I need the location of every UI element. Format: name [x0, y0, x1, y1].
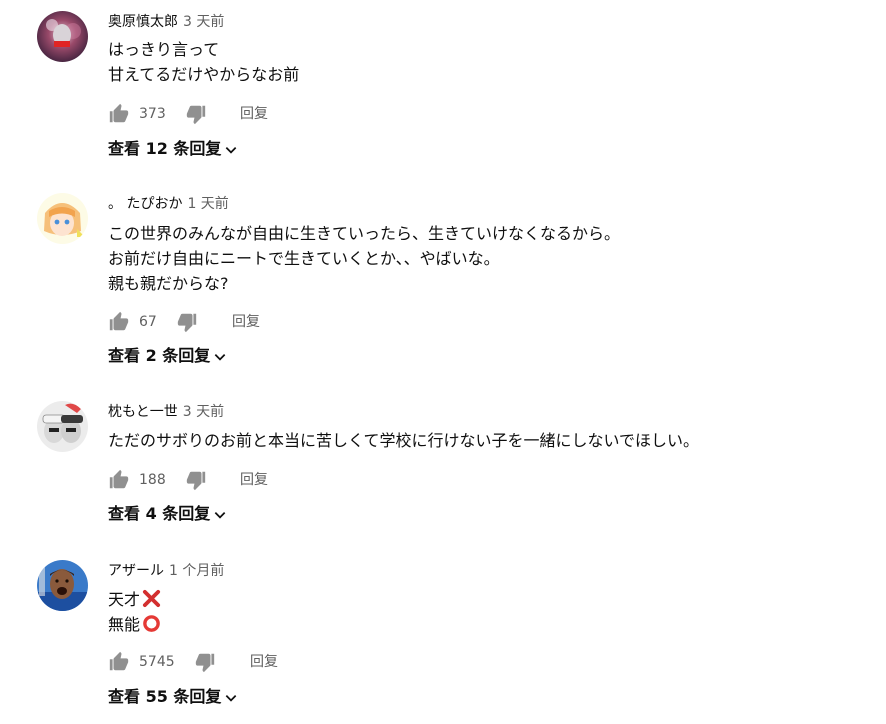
comment-header: 。 たぴおか 1 天前	[108, 195, 229, 213]
view-replies-button[interactable]: 查看 55 条回复	[108, 685, 238, 709]
comment-header: 奥原慎太郎 3 天前	[108, 13, 224, 31]
view-replies-label: 查看 4 条回复	[108, 504, 211, 523]
comment-text-line: 無能	[108, 613, 161, 637]
anime-girl-avatar-icon[interactable]	[37, 193, 88, 244]
comment-time[interactable]: 3 天前	[183, 14, 224, 30]
reply-button[interactable]: 回复	[232, 313, 260, 331]
view-replies-label: 查看 55 条回复	[108, 687, 222, 706]
footballer-avatar-icon[interactable]	[37, 560, 88, 611]
thumbs-up-icon[interactable]	[108, 311, 130, 333]
author-name[interactable]: 奥原慎太郎	[108, 14, 178, 30]
chevron-down-icon	[226, 146, 237, 154]
comment-text-span: 無能	[108, 615, 141, 634]
author-name[interactable]: アザール	[108, 563, 164, 579]
thumbs-up-icon[interactable]	[108, 469, 130, 491]
comment-text-line: 親も親だからな?	[108, 274, 229, 293]
comment-time[interactable]: 1 天前	[187, 196, 228, 212]
thumbs-up-icon[interactable]	[108, 651, 130, 673]
author-name[interactable]: 。 たぴおか	[108, 196, 182, 212]
comment-actions: 67 回复	[108, 311, 408, 335]
author-name[interactable]: 枕もと一世	[108, 404, 178, 420]
reply-button[interactable]: 回复	[250, 653, 278, 671]
like-count: 188	[139, 472, 166, 488]
comment-header: アザール 1 个月前	[108, 562, 224, 580]
reply-button[interactable]: 回复	[240, 471, 268, 489]
chevron-down-icon	[226, 694, 237, 702]
view-replies-label: 查看 2 条回复	[108, 346, 211, 365]
view-replies-button[interactable]: 查看 12 条回复	[108, 137, 238, 161]
comment-time[interactable]: 3 天前	[183, 404, 224, 420]
galaxy-avatar-icon[interactable]	[37, 11, 88, 62]
comment-text-line: はっきり言って	[108, 40, 220, 59]
view-replies-label: 查看 12 条回复	[108, 139, 222, 158]
like-count: 67	[139, 314, 157, 330]
like-count: 5745	[139, 654, 175, 670]
cross-mark-icon	[142, 589, 161, 608]
circle-mark-icon	[143, 615, 160, 632]
thumbs-down-icon[interactable]	[194, 651, 216, 673]
comment-text-span: 天才	[108, 590, 141, 609]
thumbs-down-icon[interactable]	[185, 103, 207, 125]
comment-text-line: 甘えてるだけやからなお前	[108, 65, 300, 84]
like-count: 373	[139, 106, 166, 122]
comment-actions: 5745 回复	[108, 651, 408, 675]
thumbs-down-icon[interactable]	[176, 311, 198, 333]
comment-text-line: ただのサボりのお前と本当に苦しくて学校に行けない子を一緒にしないでほしい。	[108, 431, 700, 450]
chevron-down-icon	[214, 511, 226, 519]
comment-time[interactable]: 1 个月前	[169, 563, 224, 579]
comment-actions: 373 回复	[108, 103, 408, 127]
thumbs-down-icon[interactable]	[185, 469, 207, 491]
chevron-down-icon	[214, 353, 226, 361]
two-people-avatar-icon[interactable]	[37, 401, 88, 452]
reply-button[interactable]: 回复	[240, 105, 268, 123]
comment-text-line: 天才	[108, 588, 161, 612]
comment-text-line: お前だけ自由にニートで生きていくとか、、やばいな。	[108, 249, 500, 268]
comment-header: 枕もと一世 3 天前	[108, 403, 224, 421]
comment-actions: 188 回复	[108, 469, 408, 493]
comment-text-line: この世界のみんなが自由に生きていったら、生きていけなくなるから。	[108, 224, 621, 243]
thumbs-up-icon[interactable]	[108, 103, 130, 125]
view-replies-button[interactable]: 查看 4 条回复	[108, 502, 227, 526]
view-replies-button[interactable]: 查看 2 条回复	[108, 344, 227, 368]
